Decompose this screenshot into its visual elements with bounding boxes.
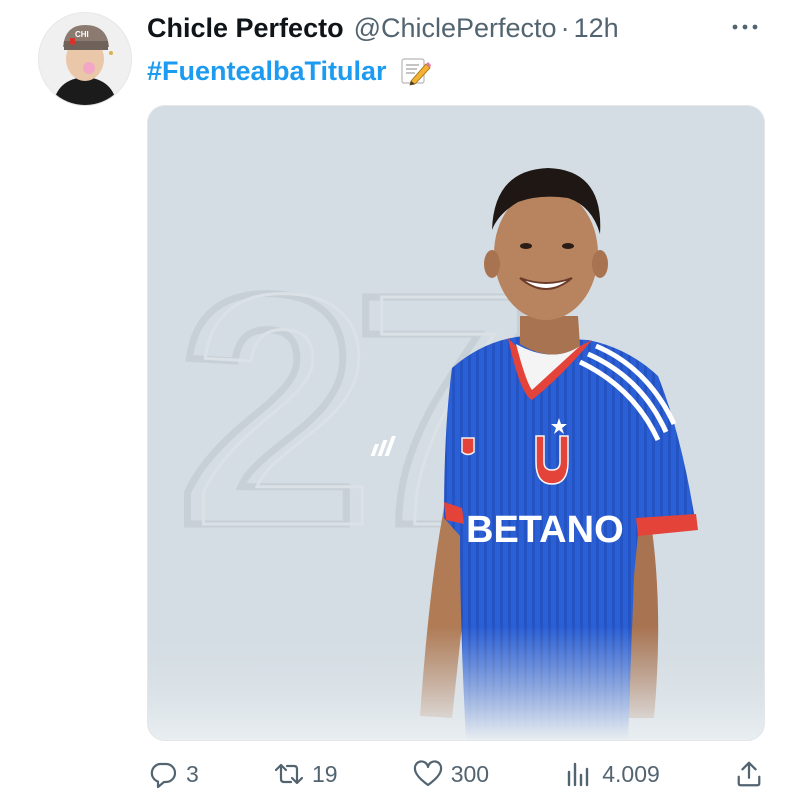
retweet-count: 19	[311, 760, 338, 787]
like-count: 300	[450, 760, 490, 787]
tweet-header: Chicle Perfecto @ChiclePerfecto · 12h	[147, 8, 760, 48]
retweet-button[interactable]: 19	[274, 759, 338, 789]
tweet-time[interactable]: 12h	[574, 13, 619, 44]
author-handle[interactable]: @ChiclePerfecto	[354, 13, 557, 44]
tweet-media-image[interactable]: 27 27 BETANO	[147, 105, 765, 741]
views-count: 4.009	[602, 760, 660, 787]
hashtag-link[interactable]: #FuentealbaTitular	[147, 56, 387, 87]
share-icon	[737, 761, 761, 787]
player-photo: 27 27 BETANO	[148, 106, 764, 740]
sponsor-text: BETANO	[466, 509, 624, 551]
share-button[interactable]	[735, 760, 763, 788]
reply-count: 3	[186, 760, 199, 787]
heart-icon	[413, 760, 442, 787]
tweet: CHI Chicle Perfecto @ChiclePerfecto · 12…	[0, 0, 800, 808]
avatar[interactable]: CHI	[38, 12, 132, 106]
views-button[interactable]: 4.009	[564, 759, 660, 789]
more-button[interactable]	[730, 12, 760, 42]
memo-pencil-icon	[399, 55, 431, 87]
tweet-actions: 3 19 300 4.009	[148, 752, 763, 796]
reply-button[interactable]: 3	[148, 759, 199, 789]
author-name[interactable]: Chicle Perfecto	[147, 13, 344, 44]
views-icon	[568, 762, 589, 787]
reply-icon	[150, 762, 177, 789]
tweet-text: #FuentealbaTitular	[147, 52, 431, 90]
avatar-image: CHI	[39, 13, 131, 105]
more-icon	[732, 24, 758, 30]
separator-dot: ·	[560, 12, 570, 43]
like-button[interactable]: 300	[413, 759, 489, 789]
retweet-icon	[274, 763, 304, 785]
svg-text:CHI: CHI	[75, 30, 89, 39]
